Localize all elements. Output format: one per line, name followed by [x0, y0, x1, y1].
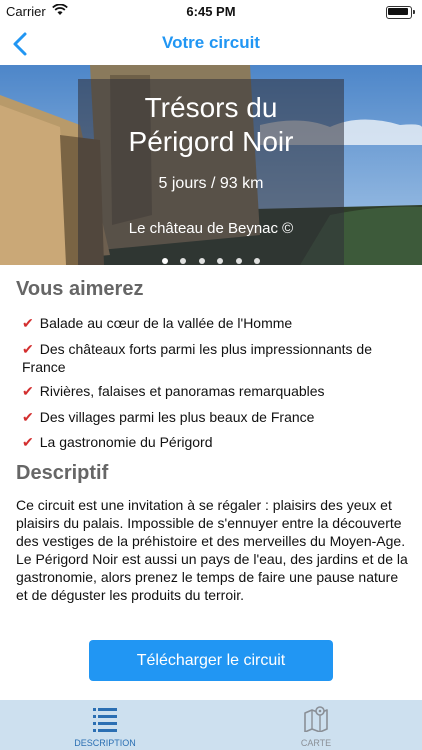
checkmark-icon: ✔ [22, 315, 34, 331]
status-bar: Carrier 6:45 PM [0, 0, 422, 24]
hero-title-line1: Trésors du [144, 92, 278, 123]
list-item-text: Des villages parmi les plus beaux de Fra… [39, 409, 315, 425]
page-dot[interactable] [217, 258, 224, 264]
page-title: Votre circuit [162, 33, 260, 52]
list-item: ✔ Des châteaux forts parmi les plus impre… [22, 340, 382, 376]
page-dot[interactable] [254, 258, 261, 264]
tab-label: CARTE [300, 738, 332, 748]
hero-subtitle: 5 jours / 93 km [158, 175, 264, 192]
highlights-title: Vous aimerez [16, 278, 144, 300]
page-dot[interactable] [235, 258, 242, 264]
tab-description[interactable]: DESCRIPTION [35, 700, 175, 750]
list-item-text: Rivières, falaises et panoramas remarqua… [39, 383, 325, 399]
list-icon [93, 708, 117, 732]
checkmark-icon: ✔ [22, 434, 34, 450]
list-item: ✔ Balade au cœur de la vallée de l'Homme [22, 314, 402, 332]
list-item-text: La gastronomie du Périgord [39, 434, 213, 450]
battery-icon [386, 6, 415, 19]
description-title: Descriptif [16, 462, 109, 484]
clock: 6:45 PM [186, 4, 236, 19]
checkmark-icon: ✔ [22, 341, 34, 357]
list-item: ✔ Des villages parmi les plus beaux de Fr… [22, 408, 402, 426]
list-item: ✔ Rivières, falaises et panoramas remarqu… [22, 382, 402, 400]
hero-title-line2: Périgord Noir [128, 126, 294, 157]
page-dot[interactable] [180, 258, 187, 264]
page-indicator[interactable] [0, 251, 422, 265]
page-dot[interactable] [161, 258, 168, 264]
list-item: ✔ La gastronomie du Périgord [22, 433, 402, 451]
tab-label: DESCRIPTION [74, 738, 136, 748]
hero-carousel[interactable]: Trésors du Périgord Noir 5 jours / 93 km… [0, 65, 422, 265]
navigation-bar: Votre circuit [0, 24, 422, 64]
page-dot[interactable] [198, 258, 205, 264]
checkmark-icon: ✔ [22, 409, 34, 425]
map-icon [304, 706, 328, 732]
list-item-text: Des châteaux forts parmi les plus impres… [22, 341, 373, 375]
hero-title: Trésors du Périgord Noir [0, 91, 422, 159]
photo-caption: Le château de Beynac © [128, 220, 294, 237]
tab-bar: DESCRIPTION CARTE [0, 700, 422, 750]
checkmark-icon: ✔ [22, 383, 34, 399]
list-item-text: Balade au cœur de la vallée de l'Homme [39, 315, 293, 331]
download-button[interactable]: Télécharger le circuit [89, 640, 333, 681]
tab-carte[interactable]: CARTE [246, 700, 386, 750]
description-text: Ce circuit est une invitation à se régal… [16, 497, 408, 603]
